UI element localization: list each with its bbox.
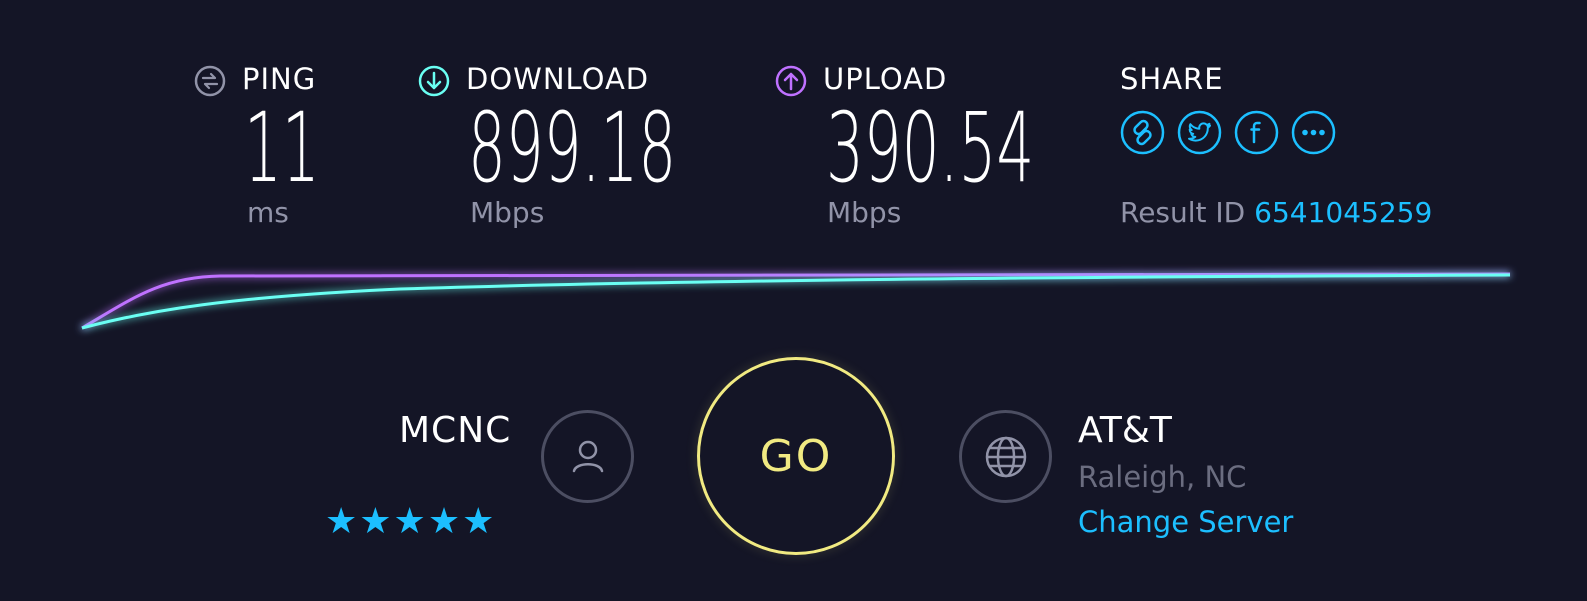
result-id-row: Result ID 6541045259 xyxy=(1120,196,1432,229)
link-icon[interactable] xyxy=(1120,110,1165,155)
download-value: 899.18 xyxy=(468,92,677,204)
ping-label: PING xyxy=(242,62,317,96)
more-icon[interactable] xyxy=(1291,110,1336,155)
ping-unit: ms xyxy=(247,196,289,229)
globe-icon xyxy=(985,436,1026,477)
ping-value: 11 xyxy=(244,92,320,204)
share-label: SHARE xyxy=(1120,62,1224,96)
upload-curve xyxy=(81,272,1511,330)
share-buttons xyxy=(1120,110,1336,155)
speed-graph xyxy=(81,272,1511,330)
twitter-icon[interactable] xyxy=(1177,110,1222,155)
upload-arrow-icon xyxy=(775,65,807,97)
isp-name: MCNC xyxy=(399,410,512,451)
ping-icon xyxy=(194,65,226,97)
facebook-icon[interactable] xyxy=(1234,110,1279,155)
upload-unit: Mbps xyxy=(827,196,902,229)
upload-value: 390.54 xyxy=(826,92,1035,204)
isp-rating-stars[interactable]: ★★★★★ xyxy=(325,504,496,540)
result-id-label: Result ID xyxy=(1120,196,1246,229)
download-curve xyxy=(81,273,1511,330)
upload-label: UPLOAD xyxy=(823,62,948,96)
server-name: AT&T xyxy=(1078,410,1172,451)
download-arrow-icon xyxy=(418,65,450,97)
result-id-link[interactable]: 6541045259 xyxy=(1254,196,1432,229)
download-label: DOWNLOAD xyxy=(466,62,650,96)
server-location: Raleigh, NC xyxy=(1078,460,1247,494)
user-icon xyxy=(572,440,603,472)
download-unit: Mbps xyxy=(470,196,545,229)
change-server-link[interactable]: Change Server xyxy=(1078,505,1293,539)
isp-button[interactable] xyxy=(541,410,634,503)
server-button[interactable] xyxy=(959,410,1052,503)
go-button[interactable]: GO xyxy=(697,357,895,555)
